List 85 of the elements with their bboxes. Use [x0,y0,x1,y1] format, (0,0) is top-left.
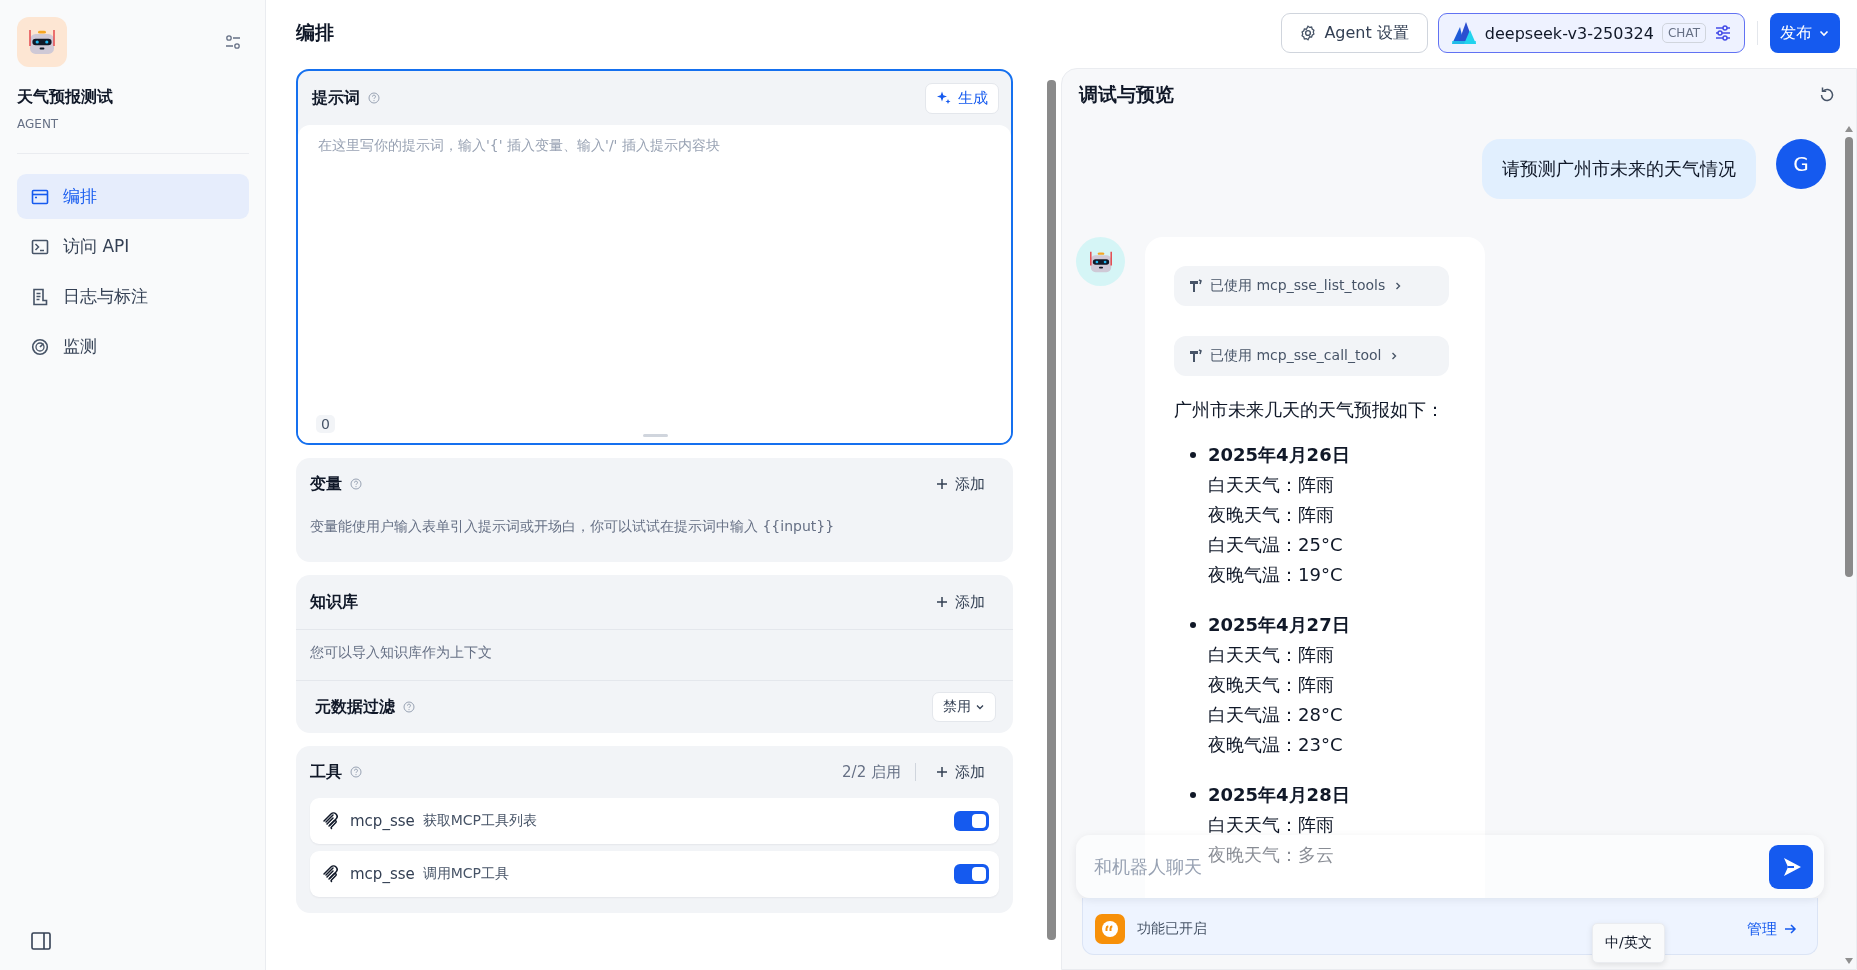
forecast-line: 夜晚气温：23°C [1208,733,1344,757]
character-count: 0 [316,415,335,433]
user-message: 请预测广州市未来的天气情况 [1482,139,1756,199]
panel-toggle-icon[interactable] [31,932,51,950]
message-text: 广州市未来几天的天气预报如下： [1174,398,1445,422]
tool-status: 2/2 启用 [842,762,901,782]
forecast-line: 夜晚天气：阵雨 [1208,503,1335,527]
chevron-down-icon [975,702,985,712]
filter-select[interactable]: 禁用 [932,692,996,722]
forecast-line: 夜晚天气：多云 [1208,843,1335,867]
tool-provider: mcp_sse [350,865,415,883]
scroll-down-icon [1844,957,1854,965]
nav-item[interactable]: 监测 [17,324,249,369]
filter-label: 元数据过滤 [315,696,395,718]
arrow-right-icon [1783,922,1797,936]
tool-name: 获取MCP工具列表 [422,812,539,830]
plus-icon [936,478,948,490]
gauge-icon [31,337,49,356]
add-button[interactable]: 添加 [930,587,999,617]
plus-icon [936,596,948,608]
forecast-line: 夜晚气温：19°C [1208,563,1344,587]
add-button[interactable]: 添加 [930,757,999,787]
bullet-icon [1190,792,1196,798]
section-title: 工具 [310,761,342,783]
forecast-date: 2025年4月28日 [1208,783,1350,807]
tool-provider: mcp_sse [350,812,415,830]
tool-name: 调用MCP工具 [422,865,511,883]
generate-button[interactable]: 生成 [925,82,999,114]
mcp-icon [322,865,340,883]
sliders-icon [1714,24,1732,42]
resize-handle[interactable] [642,434,668,437]
feature-status: 功能已开启 [1137,920,1208,938]
forecast-line: 白天气温：28°C [1208,703,1344,727]
user-avatar: G [1776,139,1826,189]
mcp-icon [322,812,340,830]
help-icon [350,478,362,490]
section-title: 提示词 [312,87,360,109]
hint-text: 您可以导入知识库作为上下文 [296,630,1013,681]
forecast-line: 白天天气：阵雨 [1208,813,1335,837]
panel-title: 调试与预览 [1079,82,1174,107]
model-selector[interactable]: deepseek-v3-250324 CHAT [1437,13,1745,53]
help-icon [403,701,415,713]
send-icon[interactable] [1769,844,1813,889]
scrollbar[interactable] [1047,80,1056,940]
model-name: deepseek-v3-250324 [1484,23,1654,43]
tool-call-chip[interactable]: 已使用 mcp_sse_call_tool [1174,336,1449,376]
window-icon [31,187,49,206]
refresh-icon[interactable] [1818,86,1836,104]
help-icon [350,766,362,778]
toggle-switch[interactable] [954,864,989,884]
forecast-date: 2025年4月27日 [1208,613,1350,637]
model-badge: CHAT [1662,23,1706,43]
page-title: 编排 [296,20,334,45]
mountain-logo-icon [1450,21,1477,45]
forecast-line: 白天天气：阵雨 [1208,643,1335,667]
sparkle-icon [936,90,952,106]
manage-link[interactable]: 管理 [1747,919,1797,939]
quote-icon [1095,914,1125,944]
sliders-icon[interactable] [225,34,241,50]
forecast-date: 2025年4月26日 [1208,443,1350,467]
agent-settings-button[interactable]: Agent 设置 [1281,13,1428,53]
terminal-icon [31,237,49,256]
help-icon [368,92,380,104]
tool-call-chip[interactable]: 已使用 mcp_sse_list_tools [1174,266,1449,306]
app-name: 天气预报测试 [17,87,114,108]
document-icon [31,287,49,306]
bullet-icon [1190,622,1196,628]
forecast-line: 白天气温：25°C [1208,533,1344,557]
forecast-line: 白天天气：阵雨 [1208,473,1335,497]
nav-item[interactable]: 编排 [17,174,249,219]
hint-text: 变量能使用户输入表单引入提示词或开场白，你可以试试在提示词中输入 {{input}} [309,517,836,536]
section-title: 变量 [310,473,342,495]
section-title: 知识库 [310,591,358,613]
publish-button[interactable]: 发布 [1770,13,1840,53]
nav-item[interactable]: 访问 API [17,224,249,269]
forecast-line: 夜晚天气：阵雨 [1208,673,1335,697]
add-button[interactable]: 添加 [930,469,999,499]
settings-icon [1300,25,1317,41]
tooltip: 中/英文 [1592,923,1665,963]
scroll-up-icon [1844,125,1854,133]
nav-item[interactable]: 日志与标注 [17,274,249,319]
bullet-icon [1190,452,1196,458]
app-type: AGENT [17,117,60,131]
toggle-switch[interactable] [954,811,989,831]
plus-icon [936,766,948,778]
